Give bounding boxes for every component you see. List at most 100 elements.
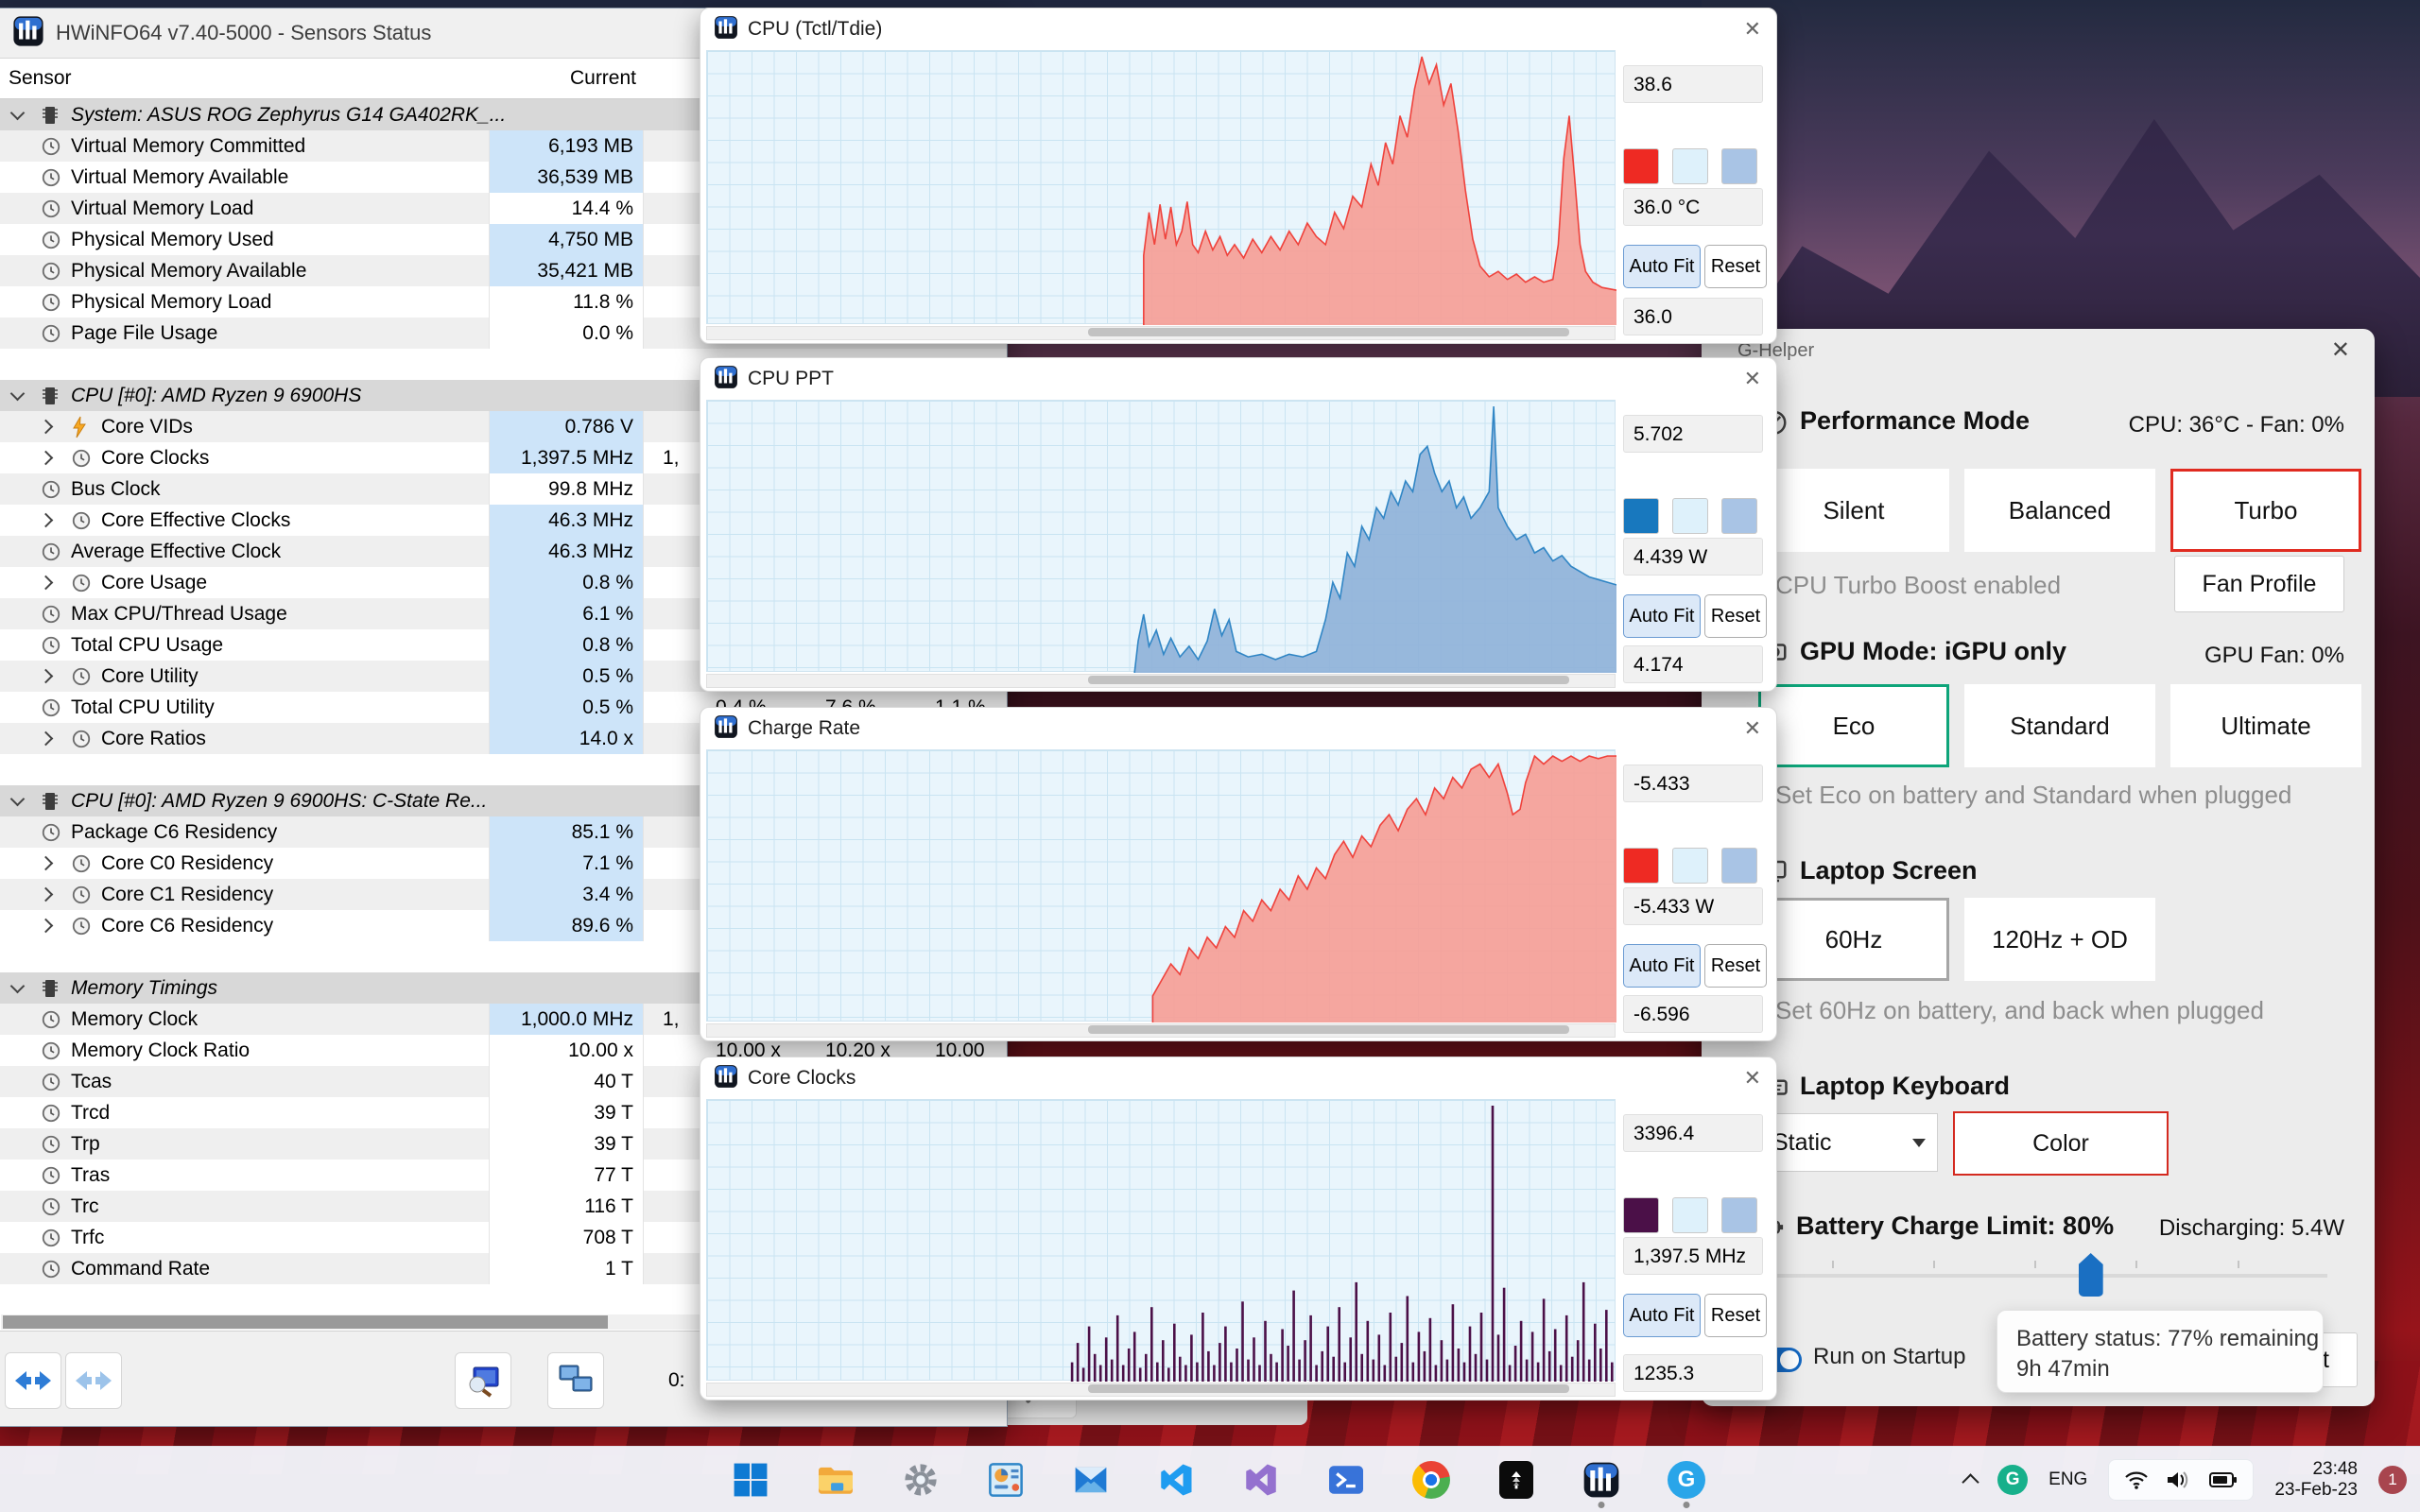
graph-window-cpu-tctl: CPU (Tctl/Tdie) ✕ 38.6 36.0 °C Auto Fit Reset… <box>700 8 1777 344</box>
slider-thumb[interactable] <box>2078 1253 2103 1297</box>
chevron-right-icon[interactable] <box>38 668 54 684</box>
series-color-swatch[interactable] <box>1623 148 1659 184</box>
mode-button-balanced[interactable]: Balanced <box>1964 469 2155 552</box>
taskbar-icon-chrome[interactable] <box>1410 1459 1452 1501</box>
taskbar-clock[interactable]: 23:48 23-Feb-23 <box>2274 1459 2358 1501</box>
mode-button-eco[interactable]: Eco <box>1758 684 1949 767</box>
keyboard-color-button[interactable]: Color <box>1953 1111 2169 1176</box>
chevron-right-icon[interactable] <box>38 575 54 591</box>
reset-button[interactable]: Reset <box>1704 1294 1767 1337</box>
taskbar-icon-system-monitor[interactable] <box>985 1459 1027 1501</box>
chevron-down-icon[interactable] <box>9 386 26 402</box>
tray-status-group[interactable] <box>2108 1459 2255 1501</box>
chevron-right-icon[interactable] <box>38 730 54 747</box>
battery-limit-slider[interactable] <box>1764 1253 2327 1297</box>
grid-color-swatch[interactable] <box>1721 148 1757 184</box>
graph-titlebar[interactable]: Core Clocks ✕ <box>700 1057 1776 1099</box>
graph-close-icon[interactable]: ✕ <box>1744 367 1761 391</box>
logging-button[interactable] <box>455 1352 511 1409</box>
taskbar-icon-powershell[interactable] <box>1325 1459 1367 1501</box>
chevron-down-icon[interactable] <box>9 978 26 994</box>
graph-scrollbar-thumb[interactable] <box>1088 676 1569 684</box>
auto-fit-button[interactable]: Auto Fit <box>1623 1294 1701 1337</box>
background-color-swatch[interactable] <box>1672 498 1708 534</box>
expand-columns-button[interactable] <box>5 1352 61 1409</box>
current-column-header[interactable]: Current <box>489 67 636 90</box>
graph-titlebar[interactable]: Charge Rate ✕ <box>700 708 1776 749</box>
mode-button-standard[interactable]: Standard <box>1964 684 2155 767</box>
chevron-down-icon[interactable] <box>9 791 26 807</box>
auto-fit-button[interactable]: Auto Fit <box>1623 594 1701 638</box>
language-indicator[interactable]: ENG <box>2048 1469 2087 1490</box>
grid-color-swatch[interactable] <box>1721 848 1757 884</box>
taskbar-icon-file-explorer[interactable] <box>815 1459 856 1501</box>
series-color-swatch[interactable] <box>1623 1197 1659 1233</box>
auto-fit-button[interactable]: Auto Fit <box>1623 944 1701 988</box>
reset-button[interactable]: Reset <box>1704 594 1767 638</box>
reset-button[interactable]: Reset <box>1704 245 1767 288</box>
sensor-label: Physical Memory Load <box>71 290 272 313</box>
fan-profile-button[interactable]: Fan Profile <box>2174 556 2344 612</box>
collapse-columns-button[interactable] <box>65 1352 122 1409</box>
taskbar-icon-visual-studio[interactable] <box>1240 1459 1282 1501</box>
notification-badge[interactable]: 1 <box>2378 1466 2407 1494</box>
series-color-swatch[interactable] <box>1623 498 1659 534</box>
graph-titlebar[interactable]: CPU (Tctl/Tdie) ✕ <box>700 9 1776 50</box>
clock-icon <box>42 605 60 623</box>
mode-button-120hz-od[interactable]: 120Hz + OD <box>1964 898 2155 981</box>
graph-scrollbar[interactable] <box>706 674 1616 688</box>
background-color-swatch[interactable] <box>1672 1197 1708 1233</box>
graph-plot-area[interactable] <box>706 1099 1616 1382</box>
chevron-right-icon[interactable] <box>38 918 54 934</box>
graph-plot-area[interactable] <box>706 50 1616 325</box>
graph-scrollbar-thumb[interactable] <box>1088 1025 1569 1034</box>
grammarly-icon[interactable]: G <box>1997 1465 2029 1495</box>
mode-button-60hz[interactable]: 60Hz <box>1758 898 1949 981</box>
background-color-swatch[interactable] <box>1672 148 1708 184</box>
chevron-right-icon[interactable] <box>38 886 54 902</box>
graph-close-icon[interactable]: ✕ <box>1744 1066 1761 1091</box>
sensor-value: 0.5 % <box>489 692 644 723</box>
mode-button-turbo[interactable]: Turbo <box>2170 469 2361 552</box>
graph-titlebar[interactable]: CPU PPT ✕ <box>700 358 1776 400</box>
chevron-down-icon[interactable] <box>9 105 26 121</box>
taskbar-icon-mail[interactable] <box>1070 1459 1112 1501</box>
taskbar-icon-g-helper[interactable]: G <box>1666 1459 1707 1508</box>
taskbar-icon-settings[interactable] <box>900 1459 942 1501</box>
system-tray: G ENG 23:48 23-Feb-23 1 <box>1962 1447 2407 1512</box>
reset-button[interactable]: Reset <box>1704 944 1767 988</box>
graph-scrollbar-thumb[interactable] <box>1088 328 1569 336</box>
grid-color-swatch[interactable] <box>1721 1197 1757 1233</box>
grid-color-swatch[interactable] <box>1721 498 1757 534</box>
sensor-label: Core Ratios <box>101 727 206 749</box>
mode-button-ultimate[interactable]: Ultimate <box>2170 684 2361 767</box>
graph-close-icon[interactable]: ✕ <box>1744 17 1761 42</box>
series-color-swatch[interactable] <box>1623 848 1659 884</box>
sensor-label: Core Utility <box>101 664 199 687</box>
chevron-right-icon[interactable] <box>38 450 54 466</box>
chevron-right-icon[interactable] <box>38 419 54 435</box>
graph-scrollbar[interactable] <box>706 326 1616 340</box>
graph-close-icon[interactable]: ✕ <box>1744 716 1761 741</box>
tray-overflow-chevron-icon[interactable] <box>1962 1473 1979 1491</box>
chevron-right-icon[interactable] <box>38 855 54 871</box>
chevron-right-icon[interactable] <box>38 512 54 528</box>
graph-title: Charge Rate <box>748 717 861 739</box>
taskbar-icon-start[interactable] <box>730 1459 771 1501</box>
auto-fit-button[interactable]: Auto Fit <box>1623 245 1701 288</box>
graph-scrollbar[interactable] <box>706 1023 1616 1038</box>
ghelper-close-icon[interactable]: ✕ <box>2331 336 2350 364</box>
background-color-swatch[interactable] <box>1672 848 1708 884</box>
graph-plot-area[interactable] <box>706 749 1616 1022</box>
taskbar-icon-vscode[interactable] <box>1155 1459 1197 1501</box>
graph-scrollbar[interactable] <box>706 1383 1616 1397</box>
graph-plot-area[interactable] <box>706 400 1616 673</box>
graph-scrollbar-thumb[interactable] <box>1088 1384 1569 1393</box>
taskbar-icon-hwinfo[interactable] <box>1581 1459 1622 1508</box>
scrollbar-thumb[interactable] <box>3 1315 608 1329</box>
sensor-column-header[interactable]: Sensor <box>9 67 72 90</box>
keyboard-mode-dropdown[interactable]: Static <box>1758 1113 1938 1172</box>
remote-monitoring-button[interactable] <box>547 1352 604 1409</box>
taskbar-icon-black-arrows-app[interactable] <box>1495 1459 1537 1501</box>
mode-button-silent[interactable]: Silent <box>1758 469 1949 552</box>
